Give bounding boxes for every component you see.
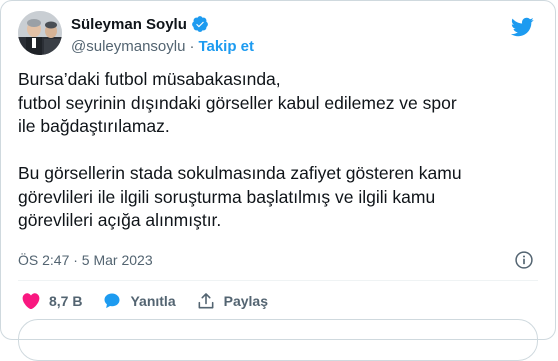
author-handle[interactable]: @suleymansoylu (71, 38, 185, 55)
tweet-line: görevlileri ile ilgili soruşturma başlat… (18, 186, 436, 207)
tweet-text: Bursa’daki futbol müsabakasında, futbol … (18, 68, 543, 233)
reply-label: Yanıtla (130, 293, 176, 309)
reply-button[interactable]: Yanıtla (102, 291, 176, 311)
avatar[interactable] (18, 11, 62, 55)
divider (18, 280, 538, 281)
tweet-line: futbol seyrinin dışındaki görseller kabu… (18, 92, 457, 113)
verified-badge-icon (191, 16, 208, 32)
tweet-line: Bu görsellerin stada sokulmasında zafiye… (18, 163, 462, 183)
author-name-row[interactable]: Süleyman Soylu (71, 15, 209, 33)
like-button[interactable]: 8,7 B (21, 291, 82, 311)
tweet-line: görevlileri açığa alınmıştır. (18, 210, 222, 230)
read-replies-button[interactable] (18, 319, 538, 361)
follow-button[interactable]: Takip et (198, 38, 254, 55)
reply-bubble-icon (104, 293, 120, 309)
share-icon (198, 293, 214, 309)
tweet-timestamp[interactable]: ÖS 2:47 · 5 Mar 2023 (18, 252, 153, 268)
handle-row: @suleymansoylu · Takip et (71, 38, 254, 55)
tweet-line: Bursa’daki futbol müsabakasında, (18, 69, 281, 89)
like-count: 8,7 B (49, 293, 83, 309)
author-name[interactable]: Süleyman Soylu (71, 16, 187, 33)
twitter-bird-icon[interactable] (510, 15, 534, 39)
heart-icon (22, 293, 40, 310)
share-label: Paylaş (223, 293, 268, 309)
share-button[interactable]: Paylaş (196, 291, 268, 311)
avatar-photo (18, 11, 62, 55)
action-bar: 8,7 B Yanıtla Paylaş (21, 291, 288, 311)
separator-dot: · (189, 38, 195, 55)
tweet-line: ile bağdaştırılamaz. (18, 116, 170, 136)
tweet-card: Süleyman Soylu @suleymansoylu · Takip et… (0, 0, 556, 361)
info-icon[interactable] (514, 250, 534, 270)
